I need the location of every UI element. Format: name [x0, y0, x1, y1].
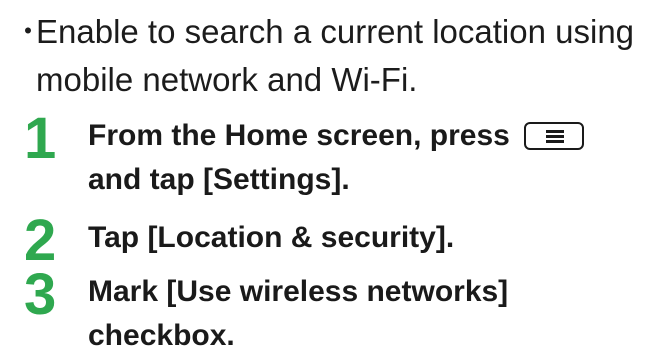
step-2: 2 Tap [Location & security]. — [24, 208, 654, 273]
step-3: 3 Mark [Use wireless networks] checkbox. — [24, 262, 654, 358]
step-text-part: From the Home screen, press — [88, 119, 510, 152]
step-number: 2 — [24, 208, 56, 273]
step-text-part: and tap [Settings]. — [88, 163, 350, 196]
step-text: From the Home screen, press and tap [Set… — [88, 114, 658, 202]
bullet-mark: ・ — [14, 16, 43, 47]
menu-lines-icon — [546, 130, 565, 143]
step-number: 3 — [24, 262, 56, 327]
step-text: Mark [Use wireless networks] checkbox. — [88, 275, 509, 352]
menu-key-icon — [524, 122, 585, 150]
step-text: Tap [Location & security]. — [88, 221, 455, 254]
intro-text: Enable to search a current location usin… — [36, 13, 635, 98]
step-number: 1 — [24, 106, 56, 171]
step-1: 1 From the Home screen, press and tap [S… — [24, 106, 654, 206]
intro-paragraph: ・Enable to search a current location usi… — [14, 8, 654, 104]
